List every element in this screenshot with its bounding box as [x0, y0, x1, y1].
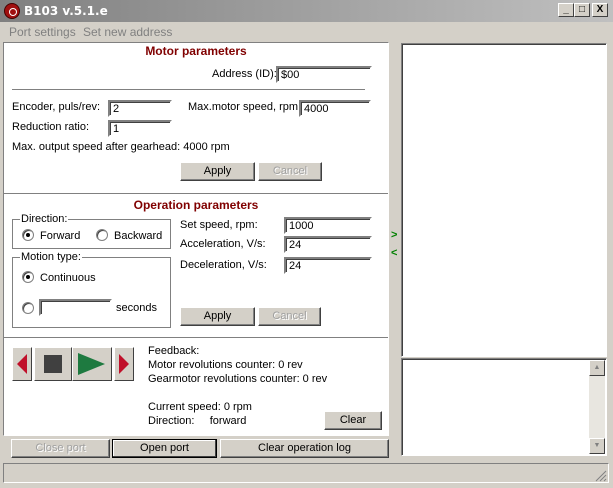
motion-type-label: Motion type: [20, 251, 82, 263]
gearmotor-counter-text: Gearmotor revolutions counter: 0 rev [148, 373, 328, 385]
play-button[interactable] [72, 347, 112, 381]
step-back-button[interactable] [12, 347, 32, 381]
operation-parameters-header: Operation parameters [133, 198, 259, 212]
operation-log[interactable]: ▲ ▼ [401, 358, 607, 456]
motor-counter-text: Motor revolutions counter: 0 rev [148, 359, 303, 371]
set-speed-input[interactable]: 1000 [284, 217, 372, 234]
continuous-radio[interactable] [22, 271, 34, 283]
minimize-button[interactable]: _ [558, 3, 574, 17]
stop-icon [44, 355, 62, 373]
play-icon [78, 353, 105, 375]
close-port-button[interactable]: Close port [11, 439, 110, 458]
section-divider-1 [4, 193, 388, 195]
menu-port-settings[interactable]: Port settings [9, 25, 76, 39]
menu-set-new-address[interactable]: Set new address [83, 25, 172, 39]
section-divider-2 [4, 337, 388, 339]
scroll-down-icon[interactable]: ▼ [589, 438, 605, 454]
maximize-button[interactable]: □ [574, 3, 590, 17]
backward-label: Backward [114, 230, 163, 242]
resize-grip-icon[interactable] [595, 470, 607, 482]
direction-text: Direction: forward [148, 415, 247, 427]
encoder-label: Encoder, puls/rev: [12, 101, 101, 113]
stop-button[interactable] [34, 347, 72, 381]
acceleration-input[interactable]: 24 [284, 236, 372, 253]
address-input[interactable]: $00 [276, 66, 372, 83]
deceleration-label: Deceleration, V/s: [180, 259, 267, 271]
encoder-input[interactable]: 2 [108, 100, 172, 117]
scroll-up-icon[interactable]: ▲ [589, 360, 605, 376]
divider [12, 89, 365, 91]
operation-cancel-button[interactable]: Cancel [258, 307, 321, 326]
current-speed-text: Current speed: 0 rpm [148, 401, 252, 413]
window-title: B103 v.5.1.e [24, 4, 108, 18]
app-icon[interactable] [4, 3, 20, 19]
direction-label: Direction: [20, 213, 69, 225]
reduction-label: Reduction ratio: [12, 121, 90, 133]
motor-cancel-button[interactable]: Cancel [258, 162, 322, 181]
status-bar [3, 463, 609, 483]
forward-label: Forward [40, 230, 81, 242]
motion-type-group [12, 257, 171, 328]
max-speed-input[interactable]: 4000 [299, 100, 371, 117]
motor-apply-button[interactable]: Apply [180, 162, 255, 181]
splitter-collapse-icon[interactable]: < [391, 247, 397, 259]
feedback-clear-button[interactable]: Clear [324, 411, 382, 430]
set-speed-label: Set speed, rpm: [180, 219, 258, 231]
title-bar[interactable]: B103 v.5.1.e _ □ X [0, 0, 613, 22]
continuous-label: Continuous [40, 272, 96, 284]
arrow-right-icon [119, 354, 129, 374]
seconds-input[interactable] [39, 299, 112, 316]
step-forward-button[interactable] [114, 347, 134, 381]
operation-apply-button[interactable]: Apply [180, 307, 255, 326]
address-label: Address (ID): [212, 68, 277, 80]
splitter-expand-icon[interactable]: > [391, 229, 397, 241]
clear-log-button[interactable]: Clear operation log [220, 439, 389, 458]
backward-radio[interactable] [96, 229, 108, 241]
menu-bar: Port settings Set new address [0, 22, 613, 41]
close-button[interactable]: X [592, 3, 608, 17]
max-speed-label: Max.motor speed, rpm: [188, 101, 302, 113]
arrow-left-icon [17, 354, 27, 374]
reduction-input[interactable]: 1 [108, 120, 172, 137]
deceleration-input[interactable]: 24 [284, 257, 372, 274]
forward-radio[interactable] [22, 229, 34, 241]
chart-area [401, 43, 607, 357]
feedback-title: Feedback: [148, 345, 200, 357]
motor-parameters-header: Motor parameters [145, 44, 247, 58]
open-port-button[interactable]: Open port [112, 439, 217, 458]
log-scrollbar[interactable]: ▲ ▼ [589, 360, 605, 454]
seconds-radio[interactable] [22, 302, 34, 314]
seconds-label: seconds [116, 302, 157, 314]
acceleration-label: Acceleration, V/s: [180, 238, 266, 250]
max-output-text: Max. output speed after gearhead: 4000 r… [12, 141, 230, 153]
